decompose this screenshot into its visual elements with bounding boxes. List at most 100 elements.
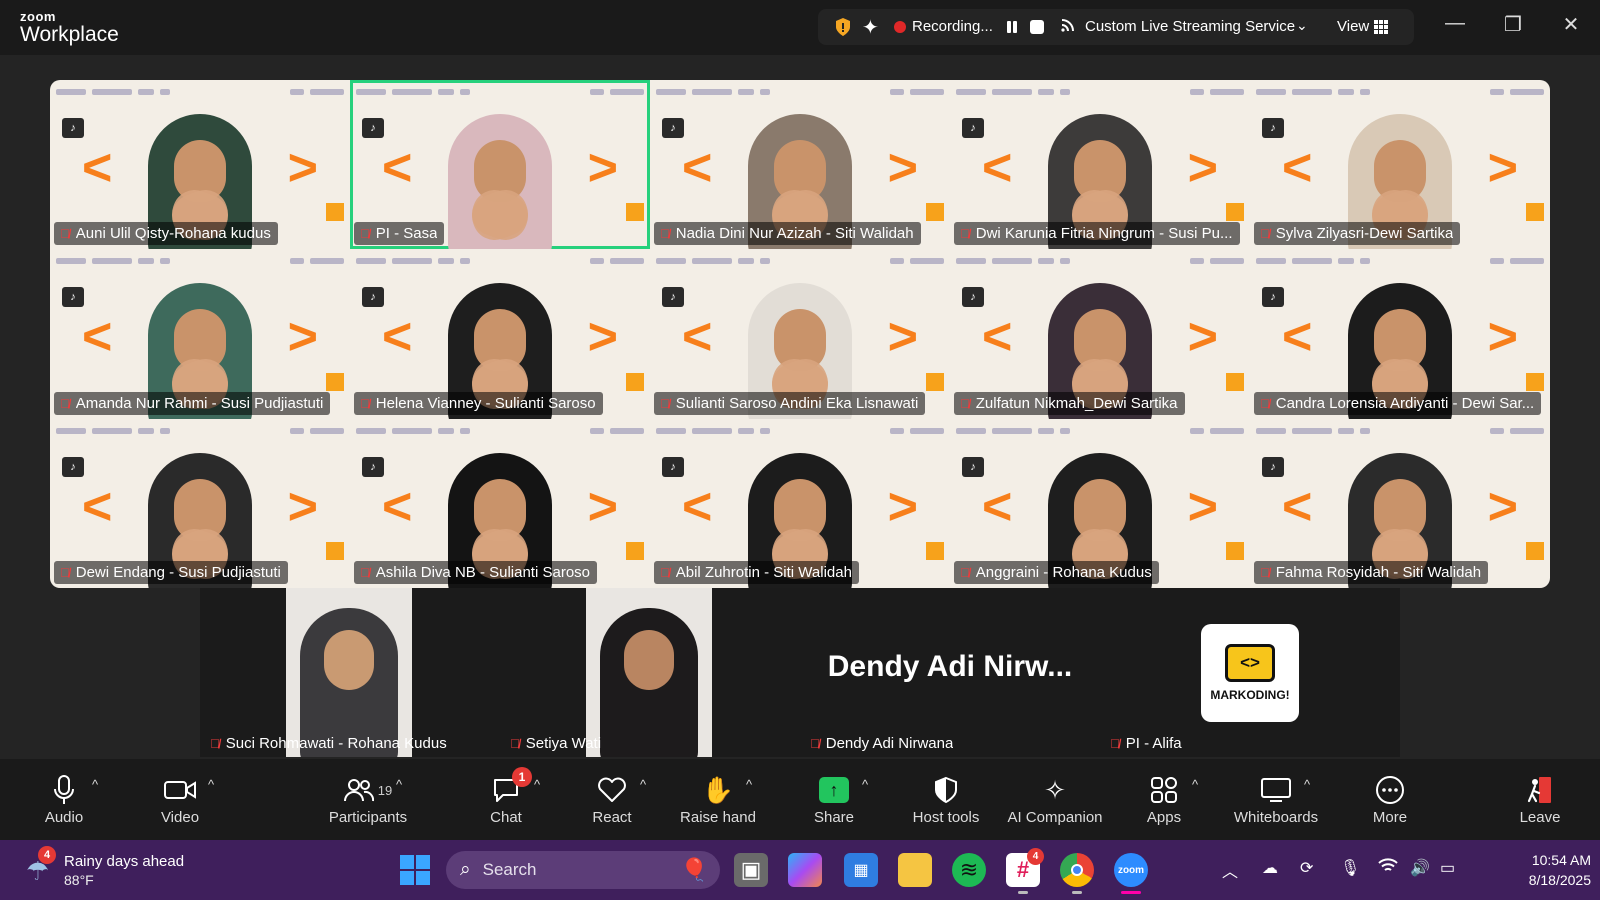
chevron-right-icon: > xyxy=(1187,308,1218,367)
host-tools-button[interactable]: Host tools xyxy=(891,773,1001,826)
participant-name: Fahma Rosyidah - Siti Walidah xyxy=(1275,563,1482,581)
participant-tile[interactable]: <> MARKODING! 🎙̸ PI - Alifa xyxy=(1100,588,1400,757)
participant-tile[interactable]: ♪ < > 🎙̸ Dewi Endang - Susi Pudjiastuti xyxy=(50,418,350,588)
participant-tile[interactable]: ♪ < > 🎙̸ Dwi Karunia Fitria Ningrum - Susi P… xyxy=(950,80,1250,250)
brand-corner-mark xyxy=(1526,541,1544,560)
chevron-up-icon[interactable]: ^ xyxy=(1304,777,1310,792)
chevron-up-icon[interactable]: ^ xyxy=(640,777,646,792)
grid-view-icon[interactable] xyxy=(1374,20,1388,34)
participant-tile[interactable]: ♪ < > 🎙̸ Abil Zuhrotin - Siti Walidah xyxy=(650,418,950,588)
streaming-service-label[interactable]: Custom Live Streaming Service xyxy=(1085,18,1295,35)
participant-tile[interactable]: ♪ < > 🎙̸ Fahma Rosyidah - Siti Walidah xyxy=(1250,418,1550,588)
whiteboards-label: Whiteboards xyxy=(1233,809,1319,826)
participant-name: Nadia Dini Nur Azizah - Siti Walidah xyxy=(675,225,914,243)
video-camera-icon xyxy=(164,773,196,807)
more-button[interactable]: More xyxy=(1335,773,1445,826)
participant-tile[interactable]: 🎙̸ Setiya Wati xyxy=(500,588,800,757)
system-clock[interactable]: 10:54 AM 8/18/2025 xyxy=(1495,850,1591,890)
participant-tile[interactable]: ♪ < > 🎙̸ Helena Vianney - Sulianti Saroso xyxy=(350,249,650,419)
participant-nameplate: 🎙̸ Fahma Rosyidah - Siti Walidah xyxy=(1254,560,1489,584)
apps-button[interactable]: Apps ^ xyxy=(1109,773,1219,826)
file-explorer-icon[interactable] xyxy=(898,853,932,887)
calendar-icon[interactable]: ▦ xyxy=(844,853,878,887)
stop-recording-button[interactable] xyxy=(1030,20,1044,34)
participant-name: Amanda Nur Rahmi - Susi Pudjiastuti xyxy=(75,394,324,412)
chevron-up-icon[interactable]: ^ xyxy=(92,777,98,792)
participant-tile[interactable]: ♪ < > 🎙̸ Anggraini - Rohana Kudus xyxy=(950,418,1250,588)
participant-tile[interactable]: ♪ < > 🎙̸ Sylva Zilyasri-Dewi Sartika xyxy=(1250,80,1550,250)
volume-icon[interactable]: 🔊 xyxy=(1410,858,1430,878)
chevron-up-icon[interactable]: ^ xyxy=(396,777,402,792)
task-view-icon[interactable]: ▣ xyxy=(734,853,768,887)
restore-window-button[interactable]: ❐ xyxy=(1498,12,1528,37)
tiktok-icon: ♪ xyxy=(62,118,84,138)
chevron-up-icon[interactable]: ︿ xyxy=(1222,858,1238,882)
participants-label: Participants xyxy=(328,809,408,826)
participant-name: Abil Zuhrotin - Siti Walidah xyxy=(675,563,852,581)
taskbar-search[interactable]: ⌕ Search 🎈 xyxy=(446,851,720,889)
sync-icon[interactable]: ⟳ xyxy=(1300,858,1313,878)
video-button[interactable]: Video ^ xyxy=(125,773,235,826)
share-button[interactable]: ↑ Share ^ xyxy=(779,773,889,826)
ai-sparkle-icon[interactable]: ✦ xyxy=(862,15,879,40)
participant-nameplate: 🎙̸ PI - Sasa xyxy=(354,222,445,246)
raise-hand-button[interactable]: ✋ Raise hand ^ xyxy=(663,773,773,827)
chevron-up-icon[interactable]: ^ xyxy=(1192,777,1198,792)
participants-button[interactable]: 19 Participants ^ xyxy=(313,773,423,826)
battery-icon[interactable]: ▭ xyxy=(1440,858,1455,878)
react-button[interactable]: React ^ xyxy=(557,773,667,826)
zoom-app-icon[interactable]: zoom xyxy=(1114,853,1148,894)
spotify-icon[interactable]: ≋ xyxy=(952,853,986,887)
participant-tile[interactable]: ♪ < > 🎙̸ Amanda Nur Rahmi - Susi Pudjiastuti xyxy=(50,249,350,419)
windows-start-icon[interactable] xyxy=(400,855,430,885)
participants-icon: 19 xyxy=(343,773,393,807)
participant-tile[interactable]: 🎙̸ Suci Rohmawati - Rohana Kudus xyxy=(200,588,500,757)
participant-tile[interactable]: ♪ < > 🎙̸ Sulianti Saroso Andini Eka Lisnawat… xyxy=(650,249,950,419)
chevron-left-icon: < xyxy=(382,308,413,367)
more-dots-icon xyxy=(1375,773,1405,807)
markoding-logo: <> MARKODING! xyxy=(1201,624,1299,722)
participant-tile[interactable]: ♪ < > 🎙̸ Auni Ulil Qisty-Rohana kudus xyxy=(50,80,350,250)
chevron-up-icon[interactable]: ^ xyxy=(862,777,868,792)
participant-name: Sylva Zilyasri-Dewi Sartika xyxy=(1275,225,1454,243)
leave-button[interactable]: Leave xyxy=(1485,773,1595,826)
mic-muted-icon: 🎙̸ xyxy=(60,564,70,580)
participant-tile[interactable]: Dendy Adi Nirw... 🎙̸ Dendy Adi Nirwana xyxy=(800,588,1100,757)
close-window-button[interactable]: ✕ xyxy=(1556,12,1586,37)
participant-tile[interactable]: ♪ < > 🎙̸ Zulfatun Nikmah_Dewi Sartika xyxy=(950,249,1250,419)
encryption-shield-icon[interactable] xyxy=(834,17,852,42)
mic-muted-icon: 🎙̸ xyxy=(660,226,670,242)
wifi-icon[interactable] xyxy=(1378,858,1398,879)
participant-tile[interactable]: ♪ < > 🎙̸ PI - Sasa xyxy=(350,80,650,250)
chevron-left-icon: < xyxy=(382,139,413,197)
ai-companion-button[interactable]: ✧ AI Companion xyxy=(1000,773,1110,827)
chevron-right-icon: > xyxy=(587,477,618,536)
participant-nameplate: 🎙̸ Candra Lorensia Ardiyanti - Dewi Sar..… xyxy=(1254,391,1542,415)
chrome-icon[interactable] xyxy=(1060,853,1094,894)
weather-widget[interactable]: ☂ 4 Rainy days ahead 88°F xyxy=(22,846,222,890)
view-button[interactable]: View xyxy=(1337,18,1369,35)
clock-date: 8/18/2025 xyxy=(1528,872,1591,888)
copilot-icon[interactable] xyxy=(788,853,822,887)
onedrive-icon[interactable]: ☁ xyxy=(1262,858,1278,878)
mic-muted-icon: 🎙̸ xyxy=(60,395,70,411)
chevron-right-icon: > xyxy=(1187,139,1218,197)
chevron-up-icon[interactable]: ^ xyxy=(746,777,752,792)
chevron-up-icon[interactable]: ^ xyxy=(208,777,214,792)
audio-button[interactable]: Audio ^ xyxy=(9,773,119,826)
whiteboards-button[interactable]: Whiteboards ^ xyxy=(1221,773,1331,826)
chevron-right-icon: > xyxy=(587,139,618,197)
participant-tile[interactable]: ♪ < > 🎙̸ Ashila Diva NB - Sulianti Saroso xyxy=(350,418,650,588)
participant-tile[interactable]: ♪ < > 🎙̸ Nadia Dini Nur Azizah - Siti Walida… xyxy=(650,80,950,250)
participant-nameplate: 🎙̸ Ashila Diva NB - Sulianti Saroso xyxy=(354,560,598,584)
chat-button[interactable]: 1 Chat ^ xyxy=(451,767,561,826)
chevron-down-icon[interactable]: ⌄ xyxy=(1296,17,1308,34)
chevron-left-icon: < xyxy=(382,477,413,536)
participant-tile[interactable]: ♪ < > 🎙̸ Candra Lorensia Ardiyanti - Dewi Sa… xyxy=(1250,249,1550,419)
slack-icon[interactable]: # 4 xyxy=(1006,848,1044,894)
pause-recording-button[interactable] xyxy=(1004,19,1020,35)
participants-count: 19 xyxy=(377,782,393,798)
chevron-up-icon[interactable]: ^ xyxy=(534,777,540,792)
mic-location-icon[interactable]: 🎙 xyxy=(1340,858,1360,878)
minimize-window-button[interactable]: — xyxy=(1440,12,1470,35)
